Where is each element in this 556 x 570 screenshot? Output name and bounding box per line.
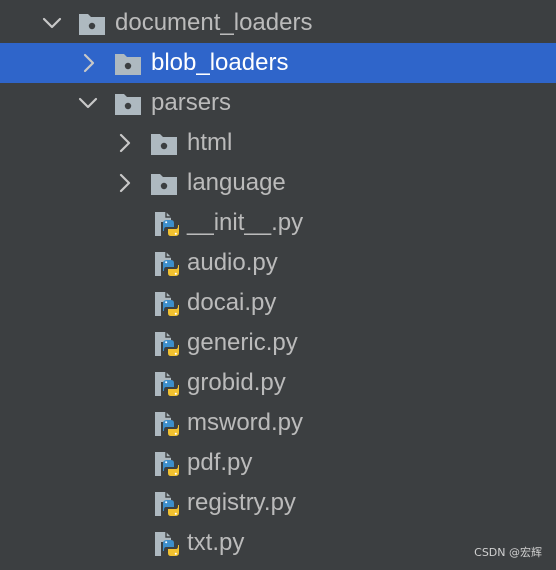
folder-icon bbox=[114, 91, 142, 117]
tree-file-label: msword.py bbox=[187, 409, 304, 436]
tree-file-label: generic.py bbox=[187, 329, 298, 356]
tree-file-generic[interactable]: generic.py bbox=[0, 323, 556, 363]
python-file-icon bbox=[153, 291, 181, 317]
tree-file-label: __init__.py bbox=[187, 209, 304, 236]
tree-file-registry[interactable]: registry.py bbox=[0, 483, 556, 523]
tree-node-blob-loaders[interactable]: blob_loaders bbox=[0, 43, 556, 83]
tree-node-label: parsers bbox=[151, 89, 232, 116]
python-file-icon bbox=[153, 411, 181, 437]
tree-file-label: pdf.py bbox=[187, 449, 253, 476]
tree-node-label: document_loaders bbox=[115, 9, 313, 36]
tree-file-label: audio.py bbox=[187, 249, 278, 276]
folder-icon bbox=[78, 11, 106, 37]
python-file-icon bbox=[153, 531, 181, 557]
chevron-right-icon[interactable] bbox=[76, 51, 100, 75]
chevron-down-icon[interactable] bbox=[40, 11, 64, 35]
tree-file-label: txt.py bbox=[187, 529, 245, 556]
folder-icon bbox=[114, 51, 142, 77]
tree-node-label: html bbox=[187, 129, 233, 156]
tree-file-label: grobid.py bbox=[187, 369, 286, 396]
tree-node-label: blob_loaders bbox=[151, 49, 289, 76]
tree-file-init[interactable]: __init__.py bbox=[0, 203, 556, 243]
folder-icon bbox=[150, 171, 178, 197]
tree-node-language[interactable]: language bbox=[0, 163, 556, 203]
tree-file-label: registry.py bbox=[187, 489, 296, 516]
folder-icon bbox=[150, 131, 178, 157]
tree-file-grobid[interactable]: grobid.py bbox=[0, 363, 556, 403]
project-tree: document_loaders blob_loaders parsers ht… bbox=[0, 0, 556, 570]
tree-file-label: docai.py bbox=[187, 289, 277, 316]
tree-node-document-loaders[interactable]: document_loaders bbox=[0, 3, 556, 43]
tree-node-html[interactable]: html bbox=[0, 123, 556, 163]
watermark: CSDN @宏辉 bbox=[474, 546, 542, 559]
tree-node-label: language bbox=[187, 169, 286, 196]
chevron-down-icon[interactable] bbox=[76, 91, 100, 115]
python-file-icon bbox=[153, 451, 181, 477]
chevron-right-icon[interactable] bbox=[112, 171, 136, 195]
tree-file-pdf[interactable]: pdf.py bbox=[0, 443, 556, 483]
python-file-icon bbox=[153, 251, 181, 277]
chevron-right-icon[interactable] bbox=[112, 131, 136, 155]
tree-file-txt[interactable]: txt.py bbox=[0, 523, 556, 563]
tree-file-docai[interactable]: docai.py bbox=[0, 283, 556, 323]
python-file-icon bbox=[153, 211, 181, 237]
python-file-icon bbox=[153, 331, 181, 357]
tree-file-audio[interactable]: audio.py bbox=[0, 243, 556, 283]
python-file-icon bbox=[153, 491, 181, 517]
python-file-icon bbox=[153, 371, 181, 397]
tree-file-msword[interactable]: msword.py bbox=[0, 403, 556, 443]
tree-node-parsers[interactable]: parsers bbox=[0, 83, 556, 123]
